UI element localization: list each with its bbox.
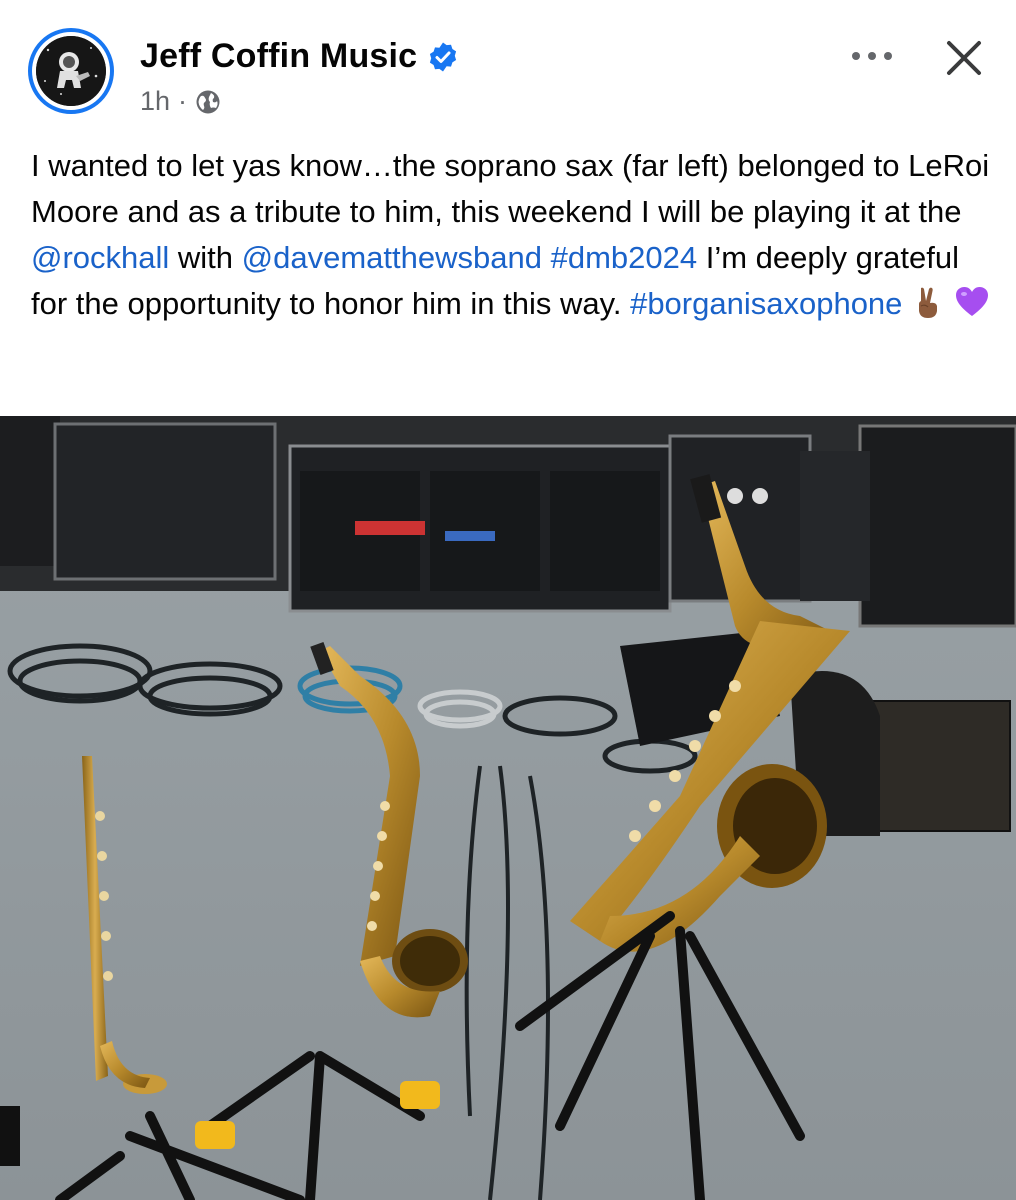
mention-rockhall[interactable]: @rockhall: [31, 240, 169, 275]
post-time[interactable]: 1h: [140, 86, 170, 117]
author-name[interactable]: Jeff Coffin Music: [140, 37, 417, 76]
mention-davematthewsband[interactable]: @davematthewsband: [242, 240, 542, 275]
more-options-icon[interactable]: [842, 36, 902, 76]
post-meta: 1h ·: [140, 86, 221, 117]
post-photo[interactable]: [0, 416, 1016, 1200]
caption-text-2: with: [169, 240, 242, 275]
post-header: Jeff Coffin Music 1h ·: [0, 0, 1016, 130]
author-name-row: Jeff Coffin Music: [140, 37, 459, 76]
hashtag-borganisaxophone[interactable]: #borganisaxophone: [630, 286, 902, 321]
saxophones-photo: [0, 416, 1016, 1200]
caption-text-3: [542, 240, 551, 275]
author-avatar[interactable]: [28, 28, 114, 114]
avatar-image: [36, 36, 106, 106]
post-caption: I wanted to let yas know…the soprano sax…: [31, 143, 991, 327]
caption-text-1: I wanted to let yas know…the soprano sax…: [31, 148, 990, 229]
peace-hand-emoji-icon: [919, 287, 938, 318]
close-icon[interactable]: [940, 34, 988, 82]
globe-icon: [196, 90, 220, 113]
hashtag-dmb2024[interactable]: #dmb2024: [551, 240, 698, 275]
verified-badge-icon: [430, 42, 457, 71]
purple-heart-emoji-icon: [956, 287, 989, 316]
meta-separator: ·: [178, 86, 188, 116]
